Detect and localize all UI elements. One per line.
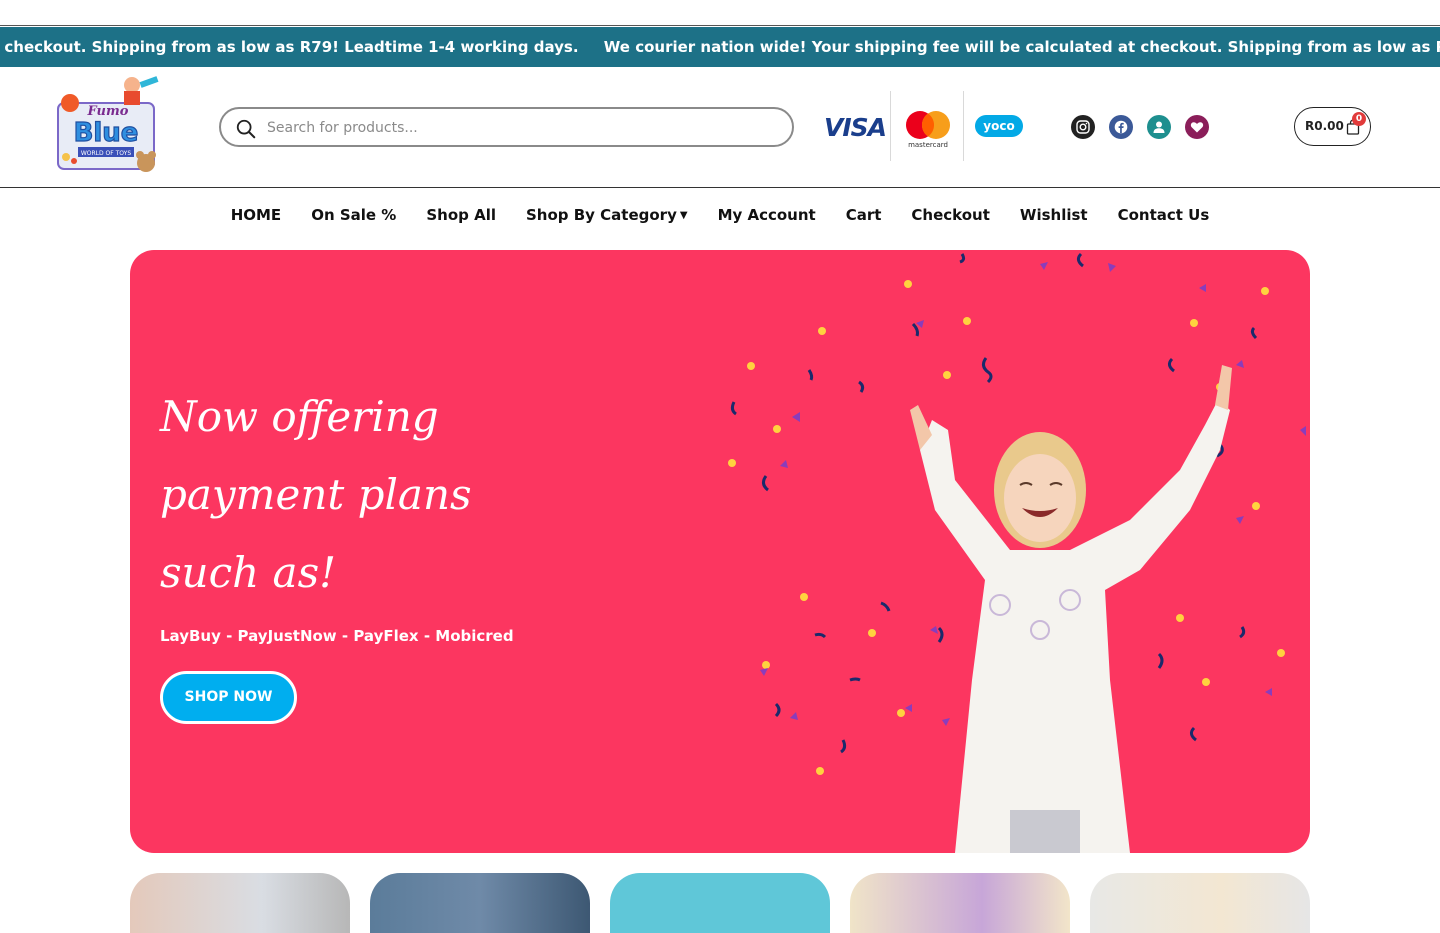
ticker-message: We courier nation wide! Your shipping fe… (603, 38, 1440, 56)
visa-logo: VISA (824, 113, 887, 142)
nav-home[interactable]: HOME (231, 206, 281, 224)
product-search[interactable] (219, 107, 794, 147)
search-icon[interactable] (235, 118, 257, 140)
facebook-icon (1114, 120, 1128, 134)
hero-title-line: Now offering (160, 392, 439, 441)
divider (890, 91, 891, 161)
hero-title-line: payment plans (160, 470, 472, 519)
nav-contact-us[interactable]: Contact Us (1118, 206, 1210, 224)
category-card[interactable] (610, 873, 830, 933)
payment-methods: VISA mastercard yoco (820, 91, 1030, 161)
logo-brand-line1: Fumo (87, 104, 129, 119)
hero-subtitle: LayBuy - PayJustNow - PayFlex - Mobicred (160, 627, 514, 645)
hero-child-confetti-image (728, 252, 1306, 853)
nav-cart[interactable]: Cart (846, 206, 882, 224)
chevron-down-icon: ▼ (679, 210, 688, 221)
heart-icon (1190, 122, 1204, 133)
nav-shop-all[interactable]: Shop All (426, 206, 496, 224)
category-card[interactable] (130, 873, 350, 933)
shop-now-button[interactable]: SHOP NOW (160, 671, 297, 724)
category-card[interactable] (1090, 873, 1310, 933)
announcement-ticker: t checkout. Shipping from as low as R79!… (0, 27, 1440, 67)
hero-title-line: such as! (160, 548, 336, 597)
category-card[interactable] (370, 873, 590, 933)
logo-brand-line2: Blue (74, 118, 139, 148)
top-border-line (0, 25, 1440, 26)
main-navigation: HOME On Sale % Shop All Shop By Category… (0, 196, 1440, 234)
cart-count-badge: 0 (1352, 112, 1366, 126)
instagram-icon (1076, 120, 1090, 134)
yoco-logo: yoco (975, 115, 1023, 137)
nav-checkout[interactable]: Checkout (911, 206, 989, 224)
nav-my-account[interactable]: My Account (718, 206, 816, 224)
nav-shop-by-category[interactable]: Shop By Category ▼ (526, 206, 688, 224)
divider (963, 91, 964, 161)
instagram-link[interactable] (1071, 115, 1095, 139)
user-icon (1153, 121, 1165, 133)
logo-tagline: WORLD OF TOYS (81, 150, 132, 157)
category-card[interactable] (850, 873, 1070, 933)
facebook-link[interactable] (1109, 115, 1133, 139)
account-link[interactable] (1147, 115, 1171, 139)
nav-shop-by-category-label: Shop By Category (525, 206, 677, 224)
nav-wishlist[interactable]: Wishlist (1020, 206, 1088, 224)
category-cards-row (130, 873, 1310, 933)
cart-total: R0.00 (1305, 119, 1344, 133)
hero-title: Now offering payment plans such as! (160, 378, 580, 612)
mastercard-label: mastercard (908, 141, 948, 149)
site-logo[interactable]: Fumo Blue WORLD OF TOYS (52, 73, 164, 181)
ticker-message: t checkout. Shipping from as low as R79!… (0, 38, 579, 56)
child-figure (910, 365, 1232, 853)
logo-graphic: Fumo Blue WORLD OF TOYS (57, 76, 159, 172)
wishlist-link[interactable] (1185, 115, 1209, 139)
search-input[interactable] (267, 116, 767, 140)
hero-banner: Now offering payment plans such as! LayB… (130, 250, 1310, 853)
nav-on-sale[interactable]: On Sale % (311, 206, 396, 224)
cart-button[interactable]: R0.00 0 (1294, 107, 1371, 146)
site-header: Fumo Blue WORLD OF TOYS VISA mastercard … (0, 67, 1440, 188)
ticker-track: t checkout. Shipping from as low as R79!… (0, 27, 1440, 67)
